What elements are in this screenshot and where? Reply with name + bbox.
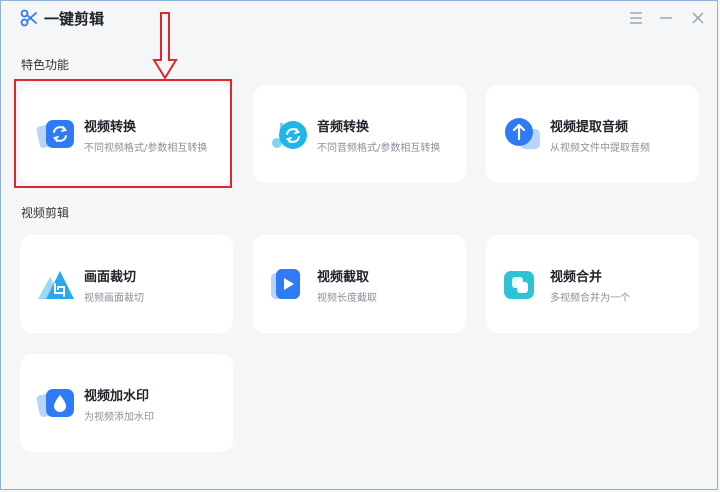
card-label: 视频合并 — [550, 270, 603, 285]
merge-video-card[interactable]: 视频合并 多视频合并为一个 — [486, 235, 699, 333]
crop-card[interactable]: 画面裁切 视频画面裁切 — [20, 235, 233, 333]
watermark-card[interactable]: 视频加水印 为视频添加水印 — [20, 354, 233, 452]
close-icon[interactable] — [688, 8, 708, 28]
card-desc: 视频画面裁切 — [84, 293, 144, 304]
scissors-icon — [20, 9, 37, 27]
down-arrow-icon — [152, 12, 178, 80]
merge-video-icon — [504, 271, 534, 299]
card-label: 视频截取 — [317, 270, 370, 285]
app-title: 一键剪辑 — [44, 10, 105, 28]
extract-audio-card[interactable]: 视频提取音频 从视频文件中提取音频 — [486, 85, 699, 183]
card-label: 视频提取音频 — [550, 120, 629, 135]
watermark-icon — [36, 389, 74, 417]
trim-video-card[interactable]: 视频截取 视频长度截取 — [253, 235, 466, 333]
audio-convert-icon — [272, 121, 307, 149]
card-label: 画面裁切 — [84, 270, 137, 285]
audio-convert-card[interactable]: 音频转换 不同音频格式/参数相互转换 — [253, 85, 466, 183]
title-bar: 一键剪辑 — [0, 0, 720, 36]
minimize-icon[interactable] — [656, 8, 676, 28]
trim-video-icon — [271, 269, 300, 299]
card-label: 视频加水印 — [84, 389, 150, 404]
card-desc: 不同音频格式/参数相互转换 — [317, 143, 441, 154]
card-desc: 视频长度截取 — [317, 293, 377, 304]
card-desc: 为视频添加水印 — [84, 412, 154, 423]
highlight-box — [14, 79, 232, 188]
section-title-featured: 特色功能 — [21, 58, 70, 72]
card-desc: 从视频文件中提取音频 — [550, 143, 650, 154]
extract-audio-icon — [505, 118, 540, 149]
section-title-video-editing: 视频剪辑 — [21, 206, 70, 220]
menu-icon[interactable] — [626, 8, 646, 28]
card-label: 音频转换 — [317, 120, 370, 135]
crop-icon — [38, 271, 74, 299]
card-desc: 多视频合并为一个 — [550, 293, 630, 304]
